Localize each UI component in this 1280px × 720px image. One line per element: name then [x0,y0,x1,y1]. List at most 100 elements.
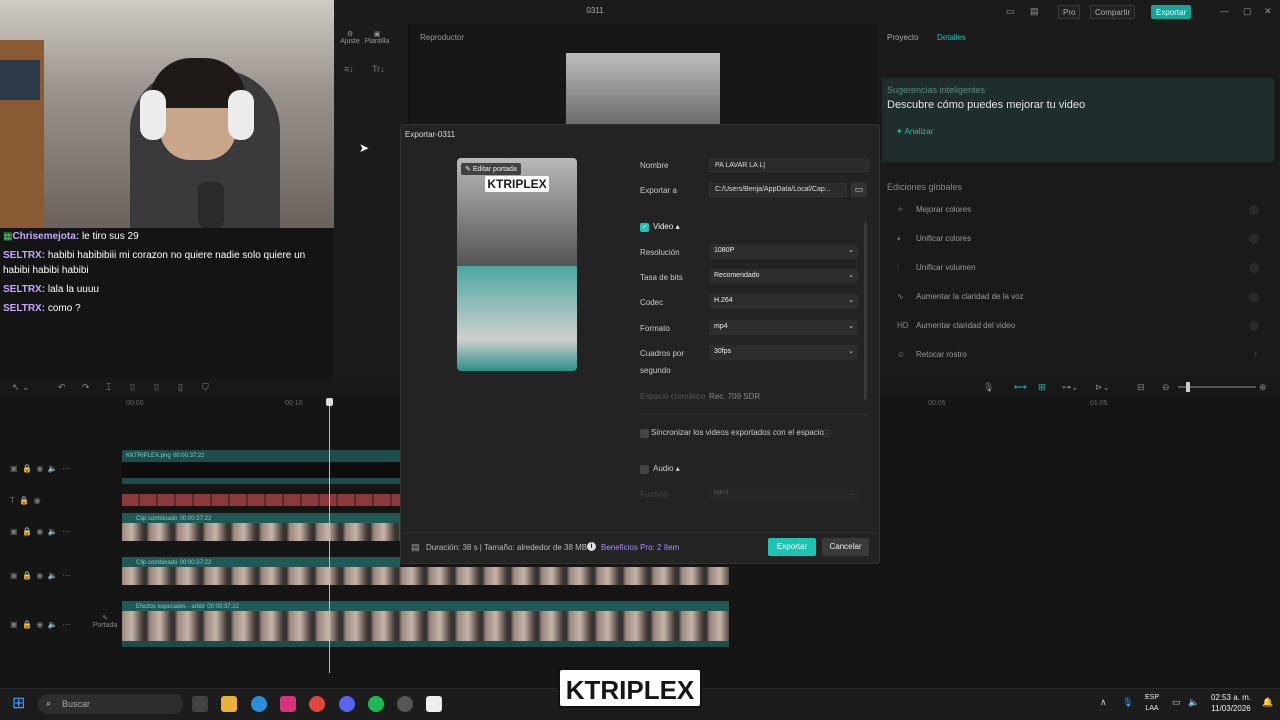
playhead-handle[interactable] [326,398,333,406]
playhead[interactable] [329,398,330,673]
pro-benefits-link[interactable]: Beneficios Pro: 2 ítem [601,543,679,552]
text-track-clips[interactable] [122,494,400,506]
dialog-scrollbar[interactable] [864,222,867,400]
video-section-header[interactable]: Video ▴ [653,222,680,231]
marker-icon[interactable]: ⛉ [202,382,209,393]
track-controls[interactable]: ▣ 🔒 ◉ 🔈 ⋯ [10,527,70,536]
task-view-icon[interactable] [192,696,208,712]
text-style-icon[interactable]: Tr↓ [372,64,385,74]
mic-icon[interactable]: 🎙 [983,382,994,393]
zoom-slider-handle[interactable] [1186,382,1190,392]
global-edit-item[interactable]: ∿ Aumentar la claridad de la voz [887,287,1271,309]
tab-details[interactable]: Detalles [937,33,966,42]
codec-select[interactable]: H.264 ⌄ [709,294,858,309]
network-icon[interactable]: ▭ [1172,697,1181,708]
clip-duration: 00:00:37:22 [207,604,239,610]
fps-select[interactable]: 30fps ⌄ [709,345,858,360]
track-thumbnails[interactable] [122,611,729,641]
windows-start-icon[interactable]: ⊞ [12,695,30,713]
analyze-button[interactable]: ✦ Analizar [896,127,933,136]
track-clip-header[interactable]: Efectos especiales - arbitr 00:00:37:22 [122,601,729,611]
obs-icon[interactable] [397,696,413,712]
video-checkbox[interactable]: ✓ [640,223,649,232]
bitrate-select[interactable]: Recomendado ⌄ [709,269,858,284]
menu-icon[interactable]: ▤ [1030,6,1039,17]
cover-button[interactable]: ✎ Portada [92,614,118,629]
track-black-clip[interactable] [122,462,400,478]
global-edit-item[interactable]: ◐ Unificar colores [887,229,1271,251]
system-clock[interactable]: 02:53 a. m. 11/03/2026 [1208,692,1254,714]
export-button[interactable]: Exportar [768,538,816,556]
toggle[interactable] [1249,263,1259,273]
name-input[interactable] [709,158,869,172]
volume-icon[interactable]: 🔈 [1188,697,1199,708]
magnet-icon[interactable]: ⊞ [1038,382,1046,393]
toggle[interactable] [1249,292,1259,302]
delete-icon[interactable]: ▯ [178,382,183,393]
track-clip-header[interactable]: Clip combinado 00:00:37:22 [122,513,400,523]
global-edit-item[interactable]: HD Aumentar claridad del video [887,316,1271,338]
language-indicator[interactable]: ESP LAA [1142,692,1162,714]
split-icon[interactable]: ⌶ [106,382,111,393]
link-icon[interactable]: ⟷ [1014,382,1027,393]
audio-checkbox[interactable] [640,465,649,474]
preview-icon[interactable]: ⊳⌄ [1095,382,1110,393]
clock-time: 02:53 a. m. [1210,693,1252,702]
track-controls[interactable]: T 🔒 ◉ [10,496,41,505]
tray-mic-icon[interactable]: 🎙 [1122,697,1133,708]
maximize-icon[interactable]: ▢ [1243,6,1252,17]
spotify-icon[interactable] [368,696,384,712]
taskbar-search[interactable]: ⌕ Buscar [38,694,183,714]
layout-icon[interactable]: ▭ [1006,6,1015,17]
film-icon: ▤ [411,542,420,552]
align-icon[interactable]: ≡↓ [344,64,354,74]
track-thumbnails[interactable] [122,523,400,541]
capcut-icon[interactable] [426,696,442,712]
global-edit-item[interactable]: ✧ Mejorar colores [887,200,1271,222]
edit-cover-button[interactable]: ✎ Editar portada [461,163,521,175]
audio-section-header[interactable]: Audio ▴ [653,464,680,473]
resolution-select[interactable]: 1080P ⌄ [709,244,858,259]
folder-icon[interactable]: ▭ [851,182,867,197]
sync-checkbox[interactable] [640,429,649,438]
track-controls[interactable]: ▣ 🔒 ◉ 🔈 ⋯ [10,464,70,473]
cancel-button[interactable]: Cancelar [822,538,869,556]
fit-icon[interactable]: ⊟ [1137,382,1145,393]
split-left-icon[interactable]: ⌷ [130,382,135,393]
zoom-in-icon[interactable]: ⊕ [1259,382,1267,393]
track-clip-header[interactable]: Clip combinado 00:00:37:22 [122,557,400,567]
chrome-icon[interactable] [309,696,325,712]
minimize-icon[interactable]: — [1220,6,1229,16]
share-button[interactable]: Compartir [1090,5,1136,19]
notifications-icon[interactable]: 🔔 [1262,697,1273,708]
toggle[interactable] [1249,321,1259,331]
format-select[interactable]: mp4 ⌄ [709,320,858,335]
pro-button[interactable]: Pro [1058,5,1081,19]
export-path-field[interactable]: C:/Users/Benja/AppData/Local/Cap... [709,183,847,197]
cover-preview[interactable]: KTRIPLEX ✎ Editar portada [457,158,577,371]
edge-icon[interactable] [251,696,267,712]
undo-icon[interactable]: ↶ [58,382,66,393]
zoom-out-icon[interactable]: ⊖ [1162,382,1170,393]
file-explorer-icon[interactable] [221,696,237,712]
templates-tab[interactable]: ▣ Plantilla [360,30,394,45]
export-top-button[interactable]: Exportar [1151,5,1192,19]
discord-icon[interactable] [339,696,355,712]
instagram-icon[interactable] [280,696,296,712]
tray-chevron-up-icon[interactable]: ∧ [1100,697,1107,708]
tab-project[interactable]: Proyecto [887,33,919,42]
track-thumbnails[interactable] [122,567,729,585]
info-icon[interactable]: ⓘ [823,428,831,439]
track-clip[interactable]: KKTRIPLEX.png 00:00:37:22 [122,450,400,462]
redo-icon[interactable]: ↷ [82,382,90,393]
split-right-icon[interactable]: ⌷ [154,382,159,393]
close-icon[interactable]: ✕ [1264,6,1272,17]
chain-icon[interactable]: ⊶⌄ [1062,382,1079,393]
toggle[interactable] [1249,234,1259,244]
track-controls[interactable]: ▣ 🔒 ◉ 🔈 ⋯ [10,620,70,629]
track-controls[interactable]: ▣ 🔒 ◉ 🔈 ⋯ [10,571,70,580]
global-edit-item[interactable]: ⫶ Unificar volumen [887,258,1271,280]
select-tool-icon[interactable]: ↖ ⌄ [12,382,30,393]
global-edit-item[interactable]: ☺ Retocar rostro › [887,345,1271,367]
toggle[interactable] [1249,205,1259,215]
